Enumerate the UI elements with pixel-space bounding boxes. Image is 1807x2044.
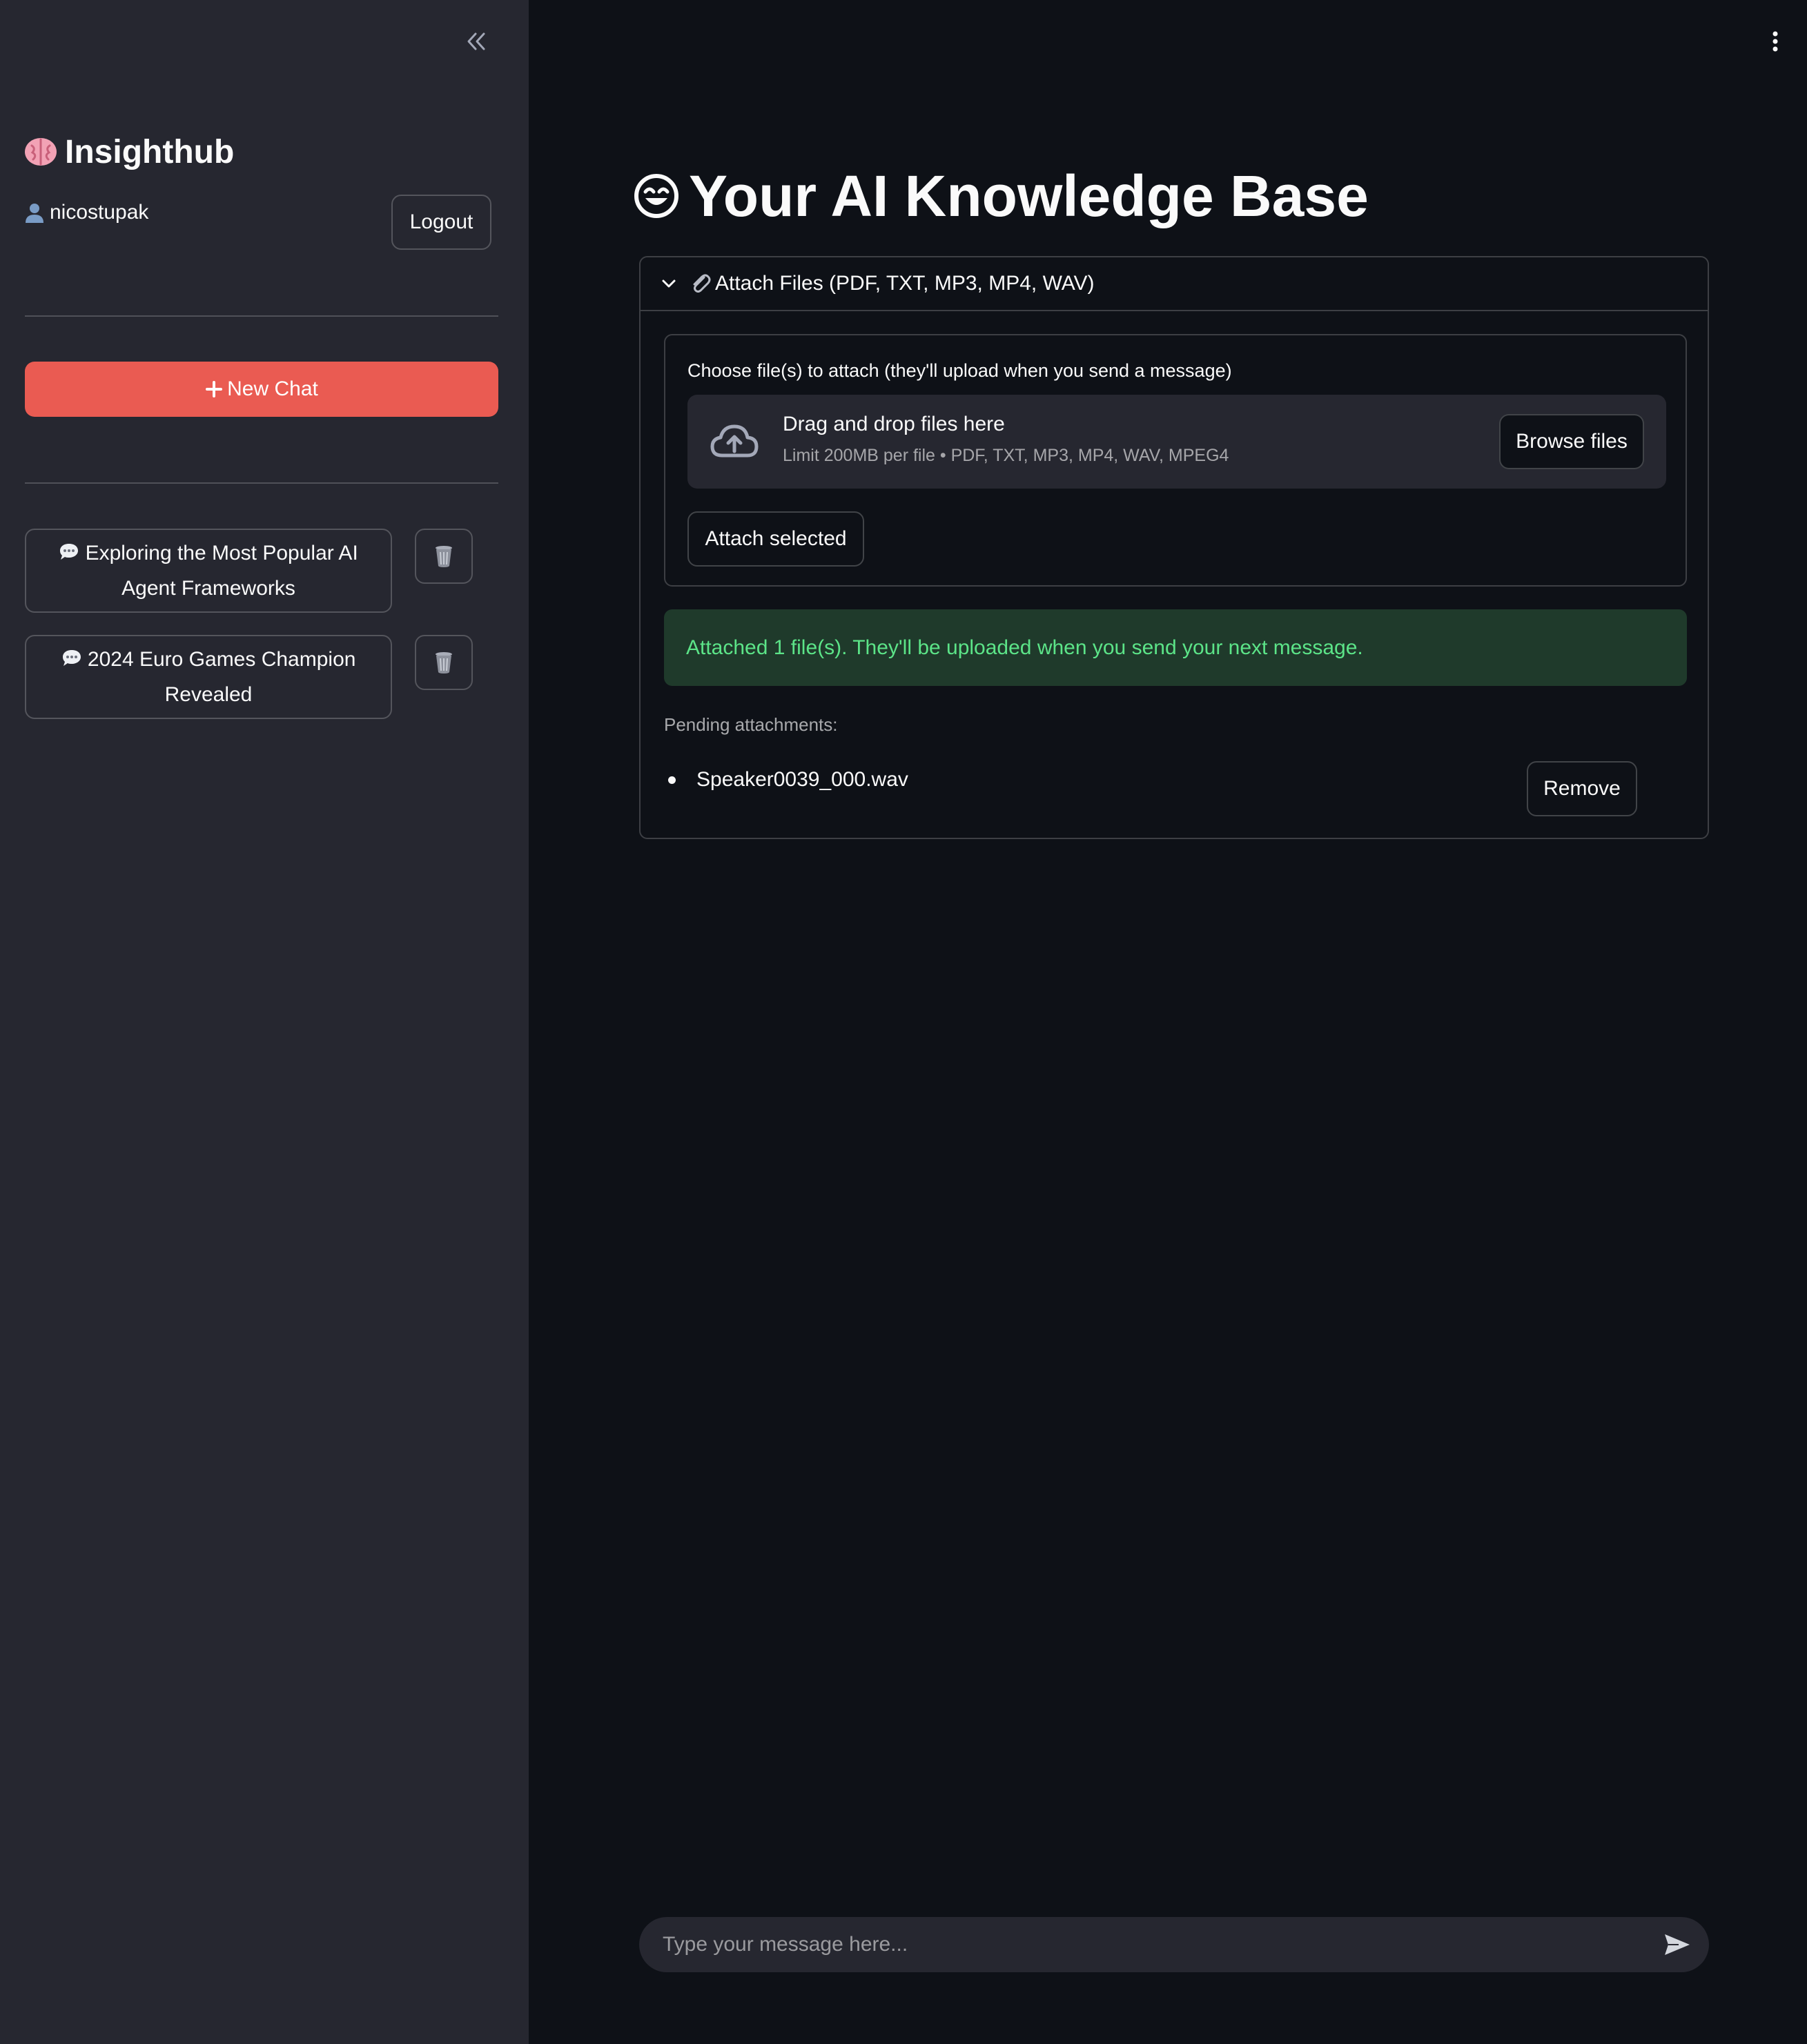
collapse-sidebar-button[interactable] [458, 25, 494, 58]
attach-files-expander-header[interactable]: Attach Files (PDF, TXT, MP3, MP4, WAV) [641, 257, 1708, 311]
main-menu-button[interactable] [1761, 25, 1789, 58]
username: nicostupak [50, 201, 149, 224]
logout-button[interactable]: Logout [391, 195, 491, 250]
file-dropzone[interactable]: Drag and drop files here Limit 200MB per… [687, 395, 1666, 489]
attach-selected-button[interactable]: Attach selected [687, 511, 864, 567]
dropzone-limit: Limit 200MB per file • PDF, TXT, MP3, MP… [783, 446, 1229, 465]
user-icon [26, 204, 43, 223]
user-row: nicostupak [23, 196, 148, 229]
trash-icon [436, 546, 452, 567]
pending-file-item: Speaker0039_000.wav [664, 768, 908, 792]
speech-bubble-icon [60, 544, 79, 560]
new-chat-button[interactable]: New Chat [25, 362, 498, 417]
chat-title-line: Exploring the Most Popular AI [59, 535, 358, 571]
browse-files-button[interactable]: Browse files [1499, 414, 1644, 469]
pending-attachments-label: Pending attachments: [664, 714, 838, 735]
cloud-upload-icon [710, 424, 759, 458]
sidebar: Insighthub nicostupak Logout New Chat Ex… [0, 0, 529, 2044]
pending-file-name: Speaker0039_000.wav [696, 768, 908, 791]
new-chat-label: New Chat [227, 377, 318, 400]
file-uploader-label: Choose file(s) to attach (they'll upload… [687, 360, 1232, 381]
chat-history-item[interactable]: 2024 Euro Games Champion Revealed [25, 635, 392, 719]
brain-icon [25, 138, 57, 166]
brand-name: Insighthub [65, 133, 235, 170]
smiling-face-icon [634, 174, 678, 218]
brand: Insighthub [23, 128, 234, 175]
expander-label: Attach Files (PDF, TXT, MP3, MP4, WAV) [715, 272, 1095, 295]
chat-history-item[interactable]: Exploring the Most Popular AI Agent Fram… [25, 529, 392, 613]
list-bullet [668, 776, 676, 784]
dropzone-title: Drag and drop files here [783, 413, 1005, 435]
double-chevron-left-icon [467, 32, 485, 50]
speech-bubble-icon [62, 650, 81, 666]
send-icon [1665, 1934, 1690, 1955]
chat-title-line1: Exploring the Most Popular AI [85, 542, 358, 564]
chat-title-line1: 2024 Euro Games Champion [87, 648, 356, 671]
chat-title-line: 2024 Euro Games Champion [61, 642, 356, 677]
chat-title-line2: Agent Frameworks [121, 577, 295, 600]
sidebar-divider [25, 315, 498, 317]
chat-message-input[interactable] [639, 1917, 1633, 1972]
expander-title: Attach Files (PDF, TXT, MP3, MP4, WAV) [689, 272, 1095, 295]
delete-chat-button[interactable] [415, 529, 473, 584]
page-title: Your AI Knowledge Base [634, 157, 1369, 235]
paperclip-icon [693, 274, 711, 293]
chat-input-container [639, 1917, 1709, 1972]
kebab-menu-icon [1772, 31, 1778, 52]
chat-title-line2: Revealed [164, 683, 253, 706]
page-title-text: Your AI Knowledge Base [689, 163, 1369, 228]
delete-chat-button[interactable] [415, 635, 473, 690]
remove-attachment-button[interactable]: Remove [1527, 761, 1637, 816]
upload-form: Choose file(s) to attach (they'll upload… [664, 334, 1687, 587]
plus-icon [206, 381, 223, 397]
chevron-down-icon [662, 279, 676, 288]
sidebar-divider [25, 482, 498, 484]
attach-files-expander: Attach Files (PDF, TXT, MP3, MP4, WAV) C… [639, 256, 1709, 839]
trash-icon [436, 652, 452, 674]
send-button[interactable] [1662, 1929, 1692, 1960]
success-alert: Attached 1 file(s). They'll be uploaded … [664, 609, 1687, 686]
